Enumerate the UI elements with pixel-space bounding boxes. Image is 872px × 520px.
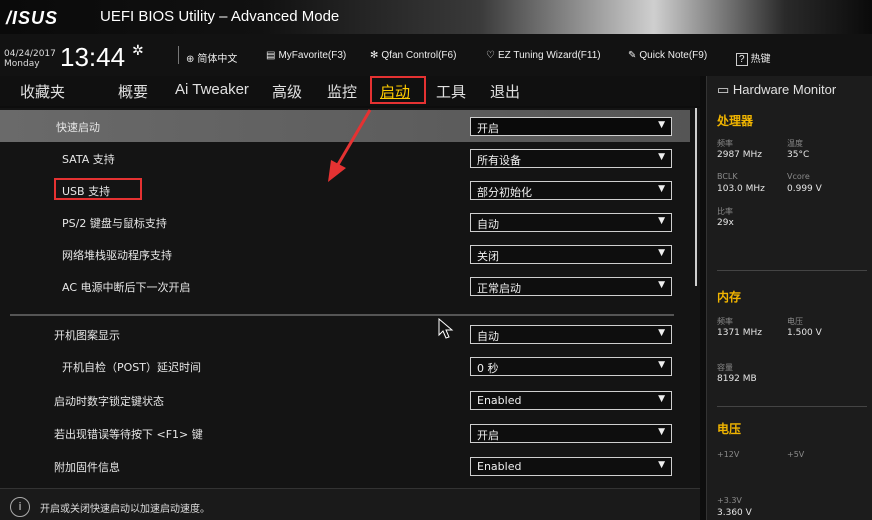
- hardware-monitor-panel: ▭ Hardware Monitor 处理器 频率 温度 2987 MHz 35…: [706, 76, 872, 520]
- cpu-temp-label: 温度: [787, 139, 803, 148]
- mem-freq-label: 频率: [717, 317, 733, 326]
- cpu-freq-label: 频率: [717, 139, 733, 148]
- v33-label: +3.3V: [717, 496, 742, 505]
- hardware-monitor-title: ▭ Hardware Monitor: [717, 82, 836, 98]
- cpu-temp-value: 35°C: [787, 150, 810, 160]
- v12-label: +12V: [717, 450, 740, 459]
- v33-value: 3.360 V: [717, 508, 752, 518]
- bclk-label: BCLK: [717, 172, 738, 181]
- v5-label: +5V: [787, 450, 805, 459]
- mem-volt-label: 电压: [787, 317, 803, 326]
- ratio-value: 29x: [717, 218, 734, 228]
- memory-section-title: 内存: [717, 290, 742, 304]
- voltage-section-title: 电压: [717, 422, 742, 436]
- section-divider: [717, 270, 867, 271]
- cpu-freq-value: 2987 MHz: [717, 150, 763, 160]
- bclk-value: 103.0 MHz: [717, 184, 765, 194]
- mouse-cursor-icon: [438, 318, 454, 339]
- help-text: 开启或关闭快速启动以加速启动速度。: [40, 504, 210, 515]
- cpu-section-title: 处理器: [717, 114, 754, 128]
- section-divider: [717, 406, 867, 407]
- help-bar: i 开启或关闭快速启动以加速启动速度。: [0, 488, 700, 520]
- ratio-label: 比率: [717, 207, 733, 216]
- mem-volt-value: 1.500 V: [787, 328, 822, 338]
- vcore-value: 0.999 V: [787, 184, 822, 194]
- mem-freq-value: 1371 MHz: [717, 328, 763, 338]
- monitor-icon: ▭: [717, 82, 733, 97]
- vcore-label: Vcore: [787, 172, 810, 181]
- mem-capacity-value: 8192 MB: [717, 374, 757, 384]
- info-icon: i: [10, 497, 30, 517]
- hw-title-text: Hardware Monitor: [732, 82, 837, 97]
- mem-capacity-label: 容量: [717, 363, 733, 372]
